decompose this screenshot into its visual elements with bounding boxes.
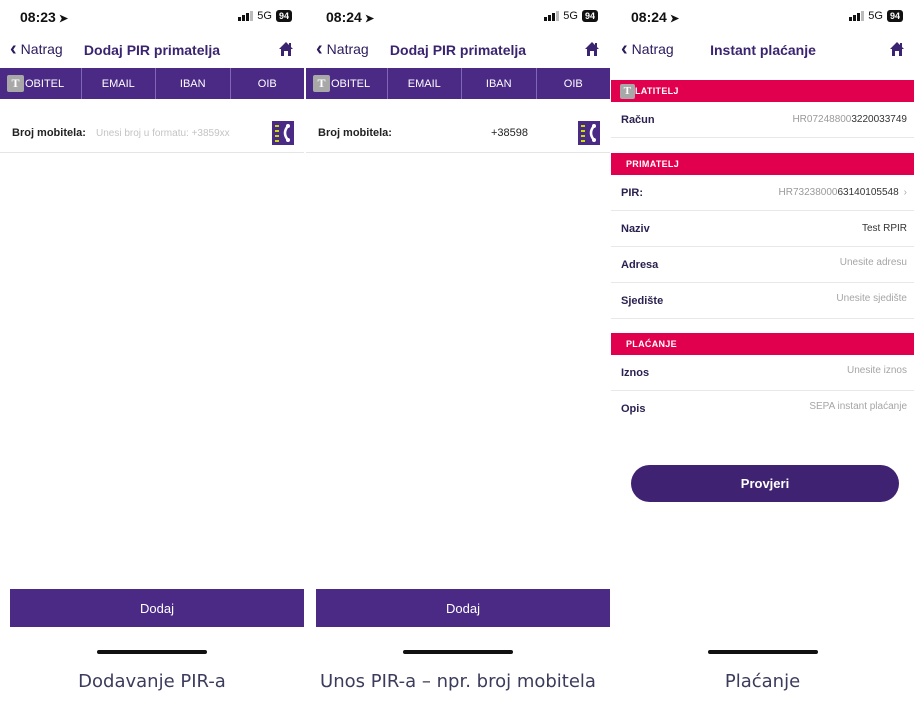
location-arrow-icon: ➤ [669, 13, 680, 25]
caption-add-pir: Dodavanje PIR-a [78, 671, 226, 692]
status-right: 5G 94 [238, 10, 292, 22]
status-bar: 08:24 ➤ 5G 94 [306, 0, 610, 34]
home-icon[interactable] [584, 41, 600, 57]
pir-type-tabs: T OBITEL EMAIL IBAN OIB [306, 68, 610, 99]
page-title: Dodaj PIR primatelja [83, 42, 221, 58]
home-indicator [708, 650, 818, 654]
description-label: Opis [621, 403, 646, 415]
mobile-row: Broj mobitela: [0, 115, 304, 153]
section-payment: PLAĆANJE [611, 333, 914, 355]
row-account[interactable]: Račun HR072488003220033749 [611, 102, 914, 138]
home-icon[interactable] [889, 41, 905, 57]
signal-icon [238, 11, 254, 21]
add-button[interactable]: Dodaj [10, 589, 304, 627]
signal-icon [544, 11, 560, 21]
name-value: Test RPIR [861, 223, 907, 234]
name-label: Naziv [621, 223, 650, 235]
mobile-label: Broj mobitela: [318, 127, 392, 139]
tab-oib[interactable]: OIB [535, 68, 611, 99]
status-right: 5G 94 [544, 10, 598, 22]
home-indicator [97, 650, 207, 654]
amount-label: Iznos [621, 367, 650, 379]
address-input[interactable] [747, 257, 907, 268]
screen-add-pir: 08:23 ➤ 5G 94 ‹ Natrag Dodaj PIR primatel… [0, 0, 304, 668]
mobile-input[interactable] [96, 124, 264, 142]
account-label: Račun [621, 114, 655, 126]
seat-input[interactable] [747, 293, 907, 304]
mobile-label: Broj mobitela: [12, 127, 86, 139]
caption-payment: Plaćanje [724, 671, 801, 692]
tab-oib[interactable]: OIB [229, 68, 305, 99]
row-name[interactable]: Naziv Test RPIR [611, 211, 914, 247]
status-time: 08:24 ➤ [631, 9, 680, 25]
row-description: Opis [611, 391, 914, 427]
status-bar: 08:23 ➤ 5G 94 [0, 0, 304, 34]
check-button[interactable]: Provjeri [631, 465, 899, 502]
mobile-row: Broj mobitela: [306, 115, 610, 153]
status-time: 08:24 ➤ [326, 9, 375, 25]
nav-bar: ‹ Natrag Dodaj PIR primatelja [306, 34, 610, 68]
description-input[interactable] [747, 401, 907, 412]
nav-bar: ‹ Natrag Instant plaćanje [611, 34, 914, 68]
battery-icon: 94 [275, 10, 292, 22]
contact-book-icon[interactable] [272, 121, 294, 145]
signal-icon [849, 11, 865, 21]
battery-icon: 94 [886, 10, 903, 22]
pir-label: PIR: [621, 187, 643, 199]
tab-mobile[interactable]: T OBITEL [306, 68, 387, 99]
seat-label: Sjedište [621, 295, 664, 307]
nav-bar: ‹ Natrag Dodaj PIR primatelja [0, 34, 304, 68]
tab-iban[interactable]: IBAN [155, 68, 230, 99]
status-bar: 08:24 ➤ 5G 94 [611, 0, 914, 34]
text-marker-icon: T [7, 75, 24, 92]
mobile-input[interactable] [402, 124, 528, 142]
chevron-right-icon: › [903, 187, 907, 198]
row-address: Adresa [611, 247, 914, 283]
network-label: 5G [868, 10, 883, 22]
amount-input[interactable] [747, 365, 907, 376]
text-marker-icon: T [620, 83, 635, 99]
home-indicator [403, 650, 513, 654]
section-payee: PRIMATELJ [611, 153, 914, 175]
status-time: 08:23 ➤ [20, 9, 69, 25]
add-button[interactable]: Dodaj [316, 589, 610, 627]
row-amount: Iznos [611, 355, 914, 391]
location-arrow-icon: ➤ [364, 13, 375, 25]
battery-icon: 94 [581, 10, 598, 22]
pir-type-tabs: T OBITEL EMAIL IBAN OIB [0, 68, 304, 99]
section-payer: T LATITELJ [611, 80, 914, 102]
screen-instant-payment: 08:24 ➤ 5G 94 ‹ Natrag Instant plaćanje T… [611, 0, 914, 668]
tab-iban[interactable]: IBAN [461, 68, 536, 99]
status-right: 5G 94 [849, 10, 903, 22]
row-seat: Sjedište [611, 283, 914, 319]
account-value: HR072488003220033749 [792, 114, 907, 125]
caption-enter-pir: Unos PIR-a – npr. broj mobitela [320, 671, 596, 692]
tab-email[interactable]: EMAIL [80, 68, 156, 99]
pir-value: HR7323800063140105548 › [778, 187, 907, 198]
location-arrow-icon: ➤ [58, 13, 69, 25]
network-label: 5G [257, 10, 272, 22]
network-label: 5G [563, 10, 578, 22]
page-title: Dodaj PIR primatelja [389, 42, 527, 58]
address-label: Adresa [621, 259, 659, 271]
tab-email[interactable]: EMAIL [386, 68, 462, 99]
page-title: Instant plaćanje [710, 42, 816, 58]
contact-book-icon[interactable] [578, 121, 600, 145]
tab-mobile[interactable]: T OBITEL [0, 68, 81, 99]
text-marker-icon: T [313, 75, 330, 92]
screen-enter-pir: 08:24 ➤ 5G 94 ‹ Natrag Dodaj PIR primatel… [306, 0, 610, 668]
row-pir[interactable]: PIR: HR7323800063140105548 › [611, 175, 914, 211]
home-icon[interactable] [278, 41, 294, 57]
